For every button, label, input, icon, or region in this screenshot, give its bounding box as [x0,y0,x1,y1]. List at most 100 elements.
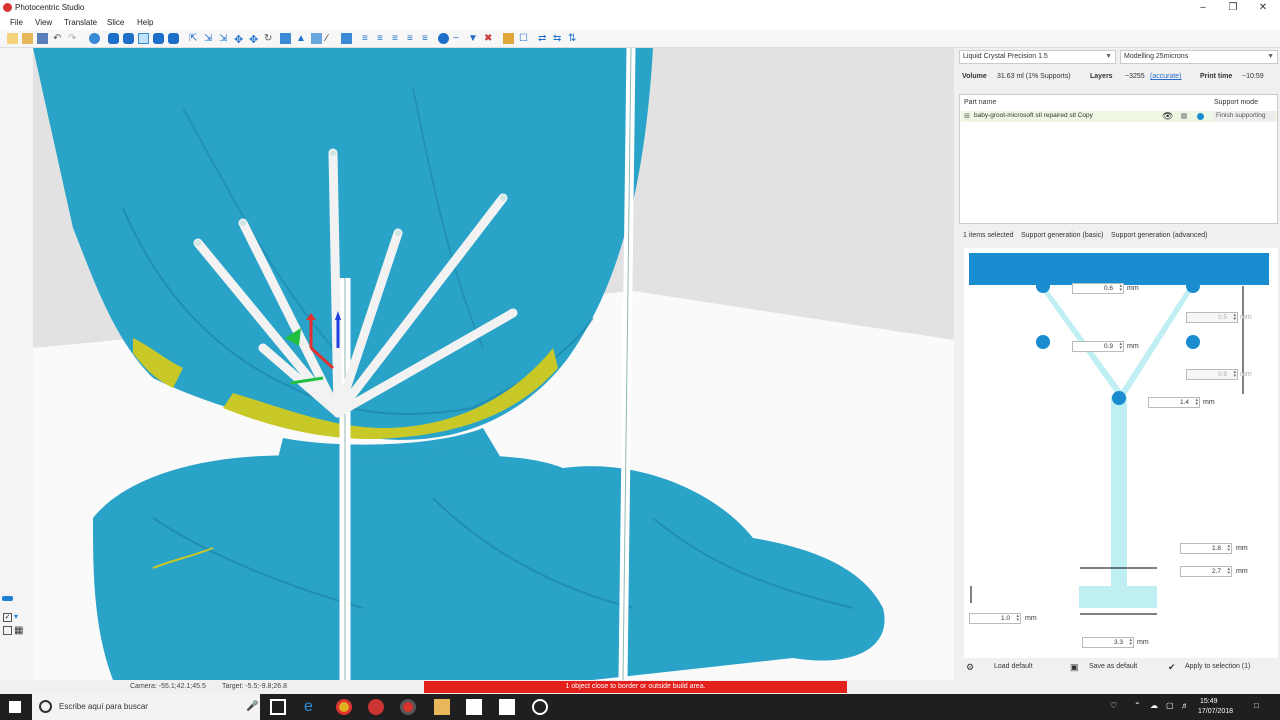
slice-icon[interactable] [503,33,514,44]
param-joint-diameter[interactable]: 1.4 ▴ ▾ [1148,397,1200,408]
menu-help[interactable]: Help [137,18,153,27]
box-icon[interactable] [3,626,12,635]
table-row[interactable]: ⊞ baby-groot-microsoft stl repaired stl … [961,111,1277,122]
store-icon[interactable] [466,699,482,715]
tab-support-advanced[interactable]: Support generation (advanced) [1111,232,1208,239]
printtime-label: Print time [1200,73,1233,80]
task-view-icon[interactable] [270,699,286,715]
distribute-v-icon[interactable]: ≡ [422,33,433,44]
taskbar-search[interactable]: Escribe aquí para buscar 🎤 [32,694,260,720]
volume-icon[interactable]: ♬ [1181,701,1189,710]
param-branch-diameter[interactable]: 0.9 ▴ ▾ [1072,341,1124,352]
rotate-icon[interactable]: ↻ [264,33,275,44]
distribute-icon[interactable]: ≡ [407,33,418,44]
tab-support-basic[interactable]: Support generation (basic) [1021,232,1104,239]
view-back-icon[interactable] [123,33,134,44]
windows-taskbar: Escribe aquí para buscar 🎤 e ♡ ⌃ ☁ ▢ ♬ 1… [0,694,1280,720]
support-base [1079,586,1157,608]
align-left-icon[interactable]: ≡ [362,33,373,44]
view-top-icon[interactable] [138,33,149,44]
menu-file[interactable]: File [10,18,23,27]
unit-label: mm [1236,568,1248,575]
redo-icon[interactable]: ↷ [68,33,79,44]
arrange-icon[interactable] [341,33,352,44]
people-icon[interactable]: ♡ [1110,701,1117,710]
app-red-icon[interactable] [368,699,384,715]
mail-icon[interactable] [499,699,515,715]
save-default-button[interactable]: Save as default [1089,660,1137,674]
3d-viewport[interactable] [33,48,954,680]
resize-icon[interactable]: ⇲ [219,33,230,44]
param-branch-length[interactable]: 0.9 ▴ ▾ [1186,369,1238,380]
param-column-diameter[interactable]: 1.8 ▴ ▾ [1180,543,1232,554]
scale-down-icon[interactable]: ⇲ [204,33,215,44]
param-base-top-width[interactable]: 2.7 ▴ ▾ [1180,566,1232,577]
color-icon[interactable] [1197,113,1204,120]
app-logo-icon [3,3,12,12]
delete-supports-icon[interactable]: ✖ [484,33,495,44]
scale-tool-icon[interactable]: ⇱ [189,33,200,44]
windows-start-icon[interactable] [9,701,21,713]
param-base-width[interactable]: 3.3 ▴ ▾ [1082,637,1134,648]
view-front-icon[interactable] [108,33,119,44]
support-generate-icon[interactable]: ▼ [468,33,479,44]
move-axis-icon[interactable]: ✥ [249,33,260,46]
align-right-icon[interactable]: ≡ [392,33,403,44]
cloud-icon[interactable]: ☁ [1150,701,1158,710]
minimize-button[interactable]: – [1188,1,1218,15]
toolbar: ↶ ↷ ⇱ ⇲ ⇲ ✥ ✥ ↻ ▲ ∕ ≡ ≡ ≡ ≡ ≡ − ▼ ✖ ☐ ⇄ … [0,30,1280,48]
mode-select[interactable]: Modelling 25microns ▼ [1120,50,1278,64]
measure-icon[interactable]: ∕ [326,33,337,44]
param-tip-length[interactable]: 0.5 ▴ ▾ [1186,312,1238,323]
apply-selection-button[interactable]: Apply to selection (1) [1185,660,1250,674]
move-icon[interactable]: ✥ [234,33,245,46]
grid-icon[interactable] [311,33,322,44]
photocentric-task-icon[interactable] [400,699,416,715]
support-toggle-icon[interactable]: ▾ [14,613,23,622]
lay-flat-icon[interactable] [280,33,291,44]
checkbox-icon[interactable]: ✓ [3,613,12,622]
undo-icon[interactable]: ↶ [53,33,64,44]
layers-accurate-link[interactable]: (accurate) [1150,73,1182,80]
save-icon[interactable] [37,33,48,44]
menu-translate[interactable]: Translate [64,18,97,27]
select-all-icon[interactable]: ⇄ [538,33,549,44]
scroll-indicator[interactable] [2,596,13,601]
new-file-icon[interactable] [7,33,18,44]
file-explorer-icon[interactable] [434,699,450,715]
param-tip-diameter[interactable]: 0.6 ▴ ▾ [1072,283,1124,294]
network-icon[interactable]: ▢ [1166,701,1174,710]
notifications-icon[interactable]: □ [1254,701,1259,710]
align-center-icon[interactable]: ≡ [377,33,388,44]
menu-slice[interactable]: Slice [107,18,124,27]
printer-select[interactable]: Liquid Crystal Precision 1.5 ▼ [959,50,1116,64]
chevron-up-icon[interactable]: ⌃ [1134,701,1141,710]
window-title: Photocentric Studio [15,3,85,12]
edge-icon[interactable]: e [304,699,320,715]
support-mode-value[interactable]: Finish supporting [1213,111,1275,121]
menu-view[interactable]: View [35,18,52,27]
param-base-height[interactable]: 1.0 ▴ ▾ [969,613,1021,624]
mirror-icon[interactable]: ▲ [296,33,307,44]
support-remove-icon[interactable]: − [453,33,464,44]
grid-view-icon[interactable]: ▦ [14,626,24,636]
select-none-icon[interactable]: ⇆ [553,33,564,44]
export-icon[interactable]: ☐ [519,33,530,44]
expand-icon[interactable]: ⊞ [964,112,970,120]
lock-icon[interactable] [1181,113,1187,119]
close-button[interactable]: ✕ [1248,1,1278,15]
invert-selection-icon[interactable]: ⇅ [568,33,579,44]
clock-time[interactable]: 15:49 [1200,698,1218,705]
open-folder-icon[interactable] [22,33,33,44]
microphone-icon[interactable]: 🎤 [246,701,258,712]
clock-date[interactable]: 17/07/2018 [1198,708,1233,715]
load-default-button[interactable]: Load default [994,660,1033,674]
settings-app-icon[interactable] [532,699,548,715]
view-bottom-icon[interactable] [153,33,164,44]
view-left-icon[interactable] [168,33,179,44]
chrome-icon[interactable] [336,699,352,715]
support-point-icon[interactable] [438,33,449,44]
maximize-button[interactable]: ❐ [1218,1,1248,15]
eye-icon[interactable]: 👁 [1162,111,1173,122]
view-sphere-icon[interactable] [89,33,100,44]
